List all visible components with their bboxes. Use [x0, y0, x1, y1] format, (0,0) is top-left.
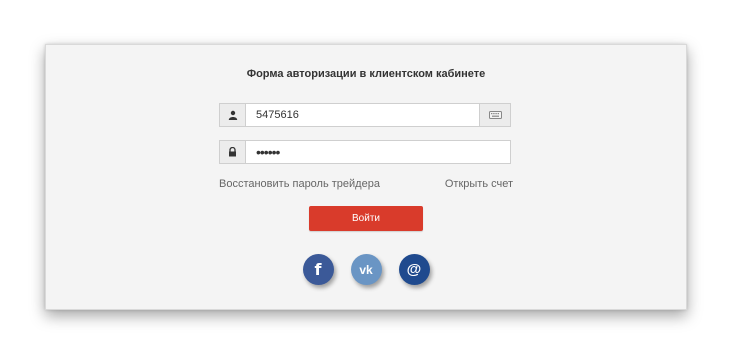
social-login-row: f vk @ [46, 254, 686, 285]
lock-icon [220, 141, 246, 163]
vk-icon[interactable]: vk [350, 254, 382, 285]
form-title: Форма авторизации в клиентском кабинете [246, 68, 486, 80]
open-account-link[interactable]: Открыть счет [445, 178, 513, 190]
password-field [219, 140, 511, 164]
restore-password-link[interactable]: Восстановить пароль трейдера [219, 178, 380, 190]
mail-icon[interactable]: @ [398, 254, 430, 285]
user-icon [220, 104, 246, 126]
login-button[interactable]: Войти [309, 206, 423, 231]
login-input[interactable] [246, 104, 479, 126]
keyboard-icon[interactable] [479, 104, 510, 126]
login-panel: Форма авторизации в клиентском кабинете [45, 44, 687, 310]
login-field [219, 103, 511, 127]
password-input[interactable] [246, 141, 510, 163]
facebook-icon[interactable]: f [302, 254, 334, 285]
